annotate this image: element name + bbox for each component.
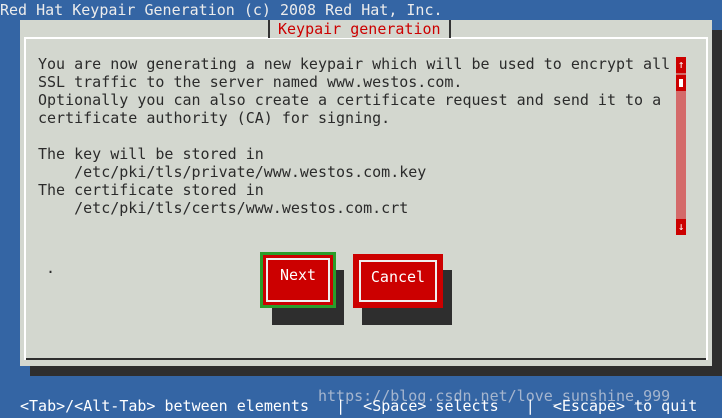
body-line: /etc/pki/tls/certs/www.westos.com.crt: [38, 199, 409, 217]
cancel-button-label: Cancel: [359, 260, 437, 302]
dialog-shadow: [30, 366, 722, 376]
scroll-down-arrow-icon[interactable]: ↓: [676, 219, 686, 235]
body-line: certificate authority (CA) for signing.: [38, 109, 391, 127]
body-line: The certificate stored in: [38, 181, 264, 199]
dialog-title: Keypair generation: [268, 20, 451, 38]
dialog-body-text: You are now generating a new keypair whi…: [38, 55, 670, 217]
cancel-button[interactable]: Cancel: [353, 254, 443, 308]
status-bar: <Tab>/<Alt-Tab> between elements | <Spac…: [20, 397, 698, 415]
scrollbar-thumb[interactable]: [676, 75, 686, 91]
body-line: The key will be stored in: [38, 145, 264, 163]
app-title: Red Hat Keypair Generation (c) 2008 Red …: [0, 1, 443, 19]
body-line: Optionally you can also create a certifi…: [38, 91, 662, 109]
cursor-dot: .: [46, 259, 56, 277]
body-line: You are now generating a new keypair whi…: [38, 55, 671, 73]
next-button-label: Next: [266, 258, 330, 302]
scroll-up-arrow-icon[interactable]: ↑: [676, 57, 686, 73]
body-line: /etc/pki/tls/private/www.westos.com.key: [38, 163, 427, 181]
body-line: SSL traffic to the server named www.west…: [38, 73, 463, 91]
next-button[interactable]: Next: [260, 252, 336, 308]
dialog-shadow-side: [712, 30, 722, 376]
